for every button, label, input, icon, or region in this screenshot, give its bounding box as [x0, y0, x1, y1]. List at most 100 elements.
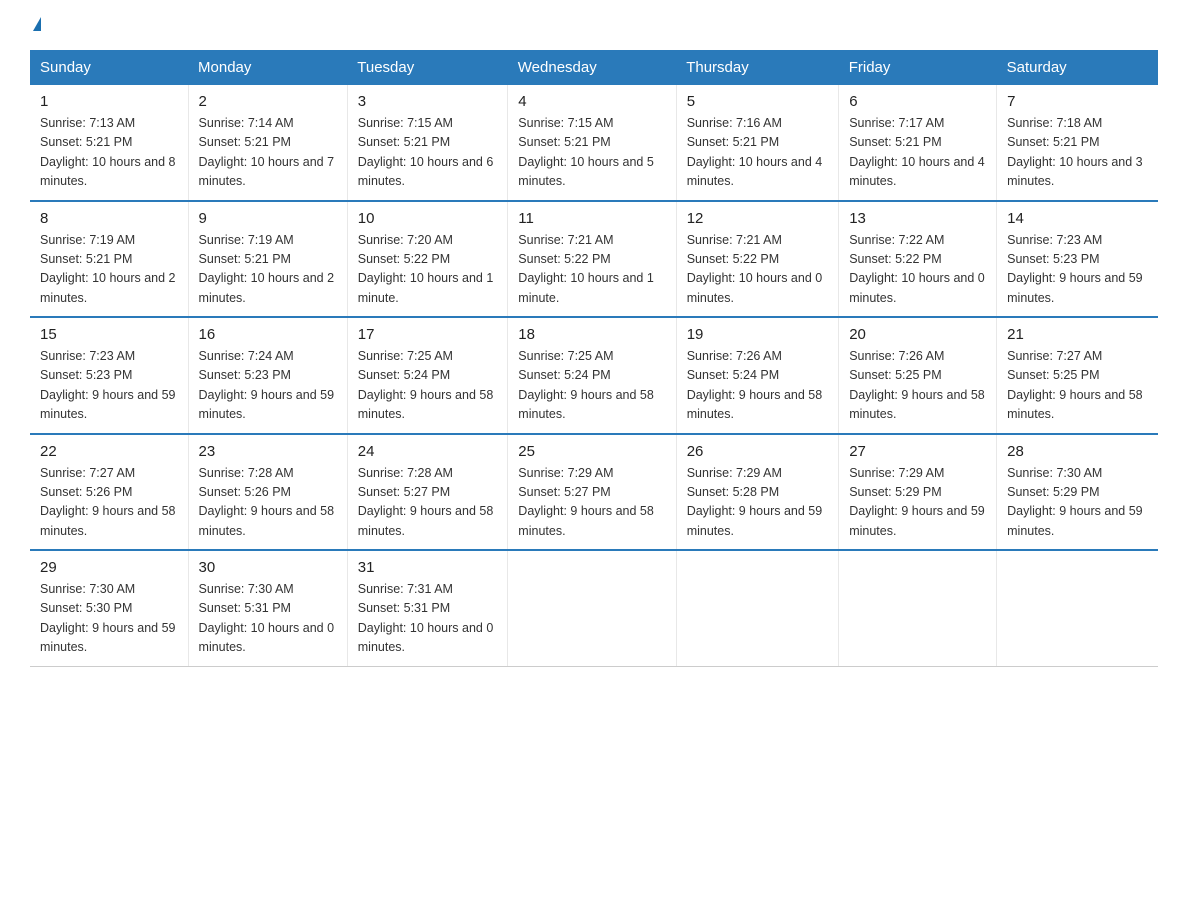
day-number: 27	[849, 443, 986, 460]
day-info: Sunrise: 7:30 AM Sunset: 5:29 PM Dayligh…	[1007, 464, 1148, 542]
calendar-table: SundayMondayTuesdayWednesdayThursdayFrid…	[30, 50, 1158, 667]
day-number: 7	[1007, 93, 1148, 110]
day-info: Sunrise: 7:25 AM Sunset: 5:24 PM Dayligh…	[358, 347, 498, 425]
day-number: 24	[358, 443, 498, 460]
day-info: Sunrise: 7:30 AM Sunset: 5:30 PM Dayligh…	[40, 580, 178, 658]
calendar-cell	[676, 550, 839, 666]
day-info: Sunrise: 7:16 AM Sunset: 5:21 PM Dayligh…	[687, 114, 829, 192]
day-info: Sunrise: 7:23 AM Sunset: 5:23 PM Dayligh…	[40, 347, 178, 425]
day-number: 9	[199, 210, 337, 227]
calendar-cell: 11 Sunrise: 7:21 AM Sunset: 5:22 PM Dayl…	[508, 201, 676, 318]
calendar-cell: 6 Sunrise: 7:17 AM Sunset: 5:21 PM Dayli…	[839, 85, 997, 201]
header-thursday: Thursday	[676, 50, 839, 85]
header-tuesday: Tuesday	[347, 50, 508, 85]
calendar-cell: 16 Sunrise: 7:24 AM Sunset: 5:23 PM Dayl…	[188, 317, 347, 434]
calendar-cell	[997, 550, 1158, 666]
day-info: Sunrise: 7:28 AM Sunset: 5:26 PM Dayligh…	[199, 464, 337, 542]
header-friday: Friday	[839, 50, 997, 85]
calendar-cell: 15 Sunrise: 7:23 AM Sunset: 5:23 PM Dayl…	[30, 317, 188, 434]
day-info: Sunrise: 7:18 AM Sunset: 5:21 PM Dayligh…	[1007, 114, 1148, 192]
header	[30, 20, 1158, 34]
day-info: Sunrise: 7:13 AM Sunset: 5:21 PM Dayligh…	[40, 114, 178, 192]
calendar-cell: 14 Sunrise: 7:23 AM Sunset: 5:23 PM Dayl…	[997, 201, 1158, 318]
day-info: Sunrise: 7:21 AM Sunset: 5:22 PM Dayligh…	[687, 231, 829, 309]
calendar-cell: 13 Sunrise: 7:22 AM Sunset: 5:22 PM Dayl…	[839, 201, 997, 318]
calendar-week-row: 22 Sunrise: 7:27 AM Sunset: 5:26 PM Dayl…	[30, 434, 1158, 551]
header-monday: Monday	[188, 50, 347, 85]
day-info: Sunrise: 7:17 AM Sunset: 5:21 PM Dayligh…	[849, 114, 986, 192]
logo-triangle-icon	[33, 17, 41, 31]
day-info: Sunrise: 7:22 AM Sunset: 5:22 PM Dayligh…	[849, 231, 986, 309]
calendar-week-row: 29 Sunrise: 7:30 AM Sunset: 5:30 PM Dayl…	[30, 550, 1158, 666]
day-number: 22	[40, 443, 178, 460]
calendar-cell: 1 Sunrise: 7:13 AM Sunset: 5:21 PM Dayli…	[30, 85, 188, 201]
day-number: 25	[518, 443, 665, 460]
day-number: 20	[849, 326, 986, 343]
calendar-cell: 21 Sunrise: 7:27 AM Sunset: 5:25 PM Dayl…	[997, 317, 1158, 434]
day-number: 12	[687, 210, 829, 227]
calendar-cell: 22 Sunrise: 7:27 AM Sunset: 5:26 PM Dayl…	[30, 434, 188, 551]
calendar-cell: 8 Sunrise: 7:19 AM Sunset: 5:21 PM Dayli…	[30, 201, 188, 318]
day-number: 2	[199, 93, 337, 110]
day-info: Sunrise: 7:28 AM Sunset: 5:27 PM Dayligh…	[358, 464, 498, 542]
day-number: 23	[199, 443, 337, 460]
day-number: 17	[358, 326, 498, 343]
day-number: 6	[849, 93, 986, 110]
calendar-cell: 17 Sunrise: 7:25 AM Sunset: 5:24 PM Dayl…	[347, 317, 508, 434]
calendar-week-row: 15 Sunrise: 7:23 AM Sunset: 5:23 PM Dayl…	[30, 317, 1158, 434]
day-number: 21	[1007, 326, 1148, 343]
calendar-cell: 23 Sunrise: 7:28 AM Sunset: 5:26 PM Dayl…	[188, 434, 347, 551]
calendar-cell: 19 Sunrise: 7:26 AM Sunset: 5:24 PM Dayl…	[676, 317, 839, 434]
day-number: 29	[40, 559, 178, 576]
calendar-cell: 12 Sunrise: 7:21 AM Sunset: 5:22 PM Dayl…	[676, 201, 839, 318]
calendar-week-row: 1 Sunrise: 7:13 AM Sunset: 5:21 PM Dayli…	[30, 85, 1158, 201]
day-info: Sunrise: 7:31 AM Sunset: 5:31 PM Dayligh…	[358, 580, 498, 658]
calendar-cell: 7 Sunrise: 7:18 AM Sunset: 5:21 PM Dayli…	[997, 85, 1158, 201]
calendar-cell: 26 Sunrise: 7:29 AM Sunset: 5:28 PM Dayl…	[676, 434, 839, 551]
day-number: 19	[687, 326, 829, 343]
calendar-cell: 20 Sunrise: 7:26 AM Sunset: 5:25 PM Dayl…	[839, 317, 997, 434]
day-number: 26	[687, 443, 829, 460]
day-info: Sunrise: 7:20 AM Sunset: 5:22 PM Dayligh…	[358, 231, 498, 309]
day-number: 28	[1007, 443, 1148, 460]
day-info: Sunrise: 7:26 AM Sunset: 5:25 PM Dayligh…	[849, 347, 986, 425]
day-info: Sunrise: 7:15 AM Sunset: 5:21 PM Dayligh…	[358, 114, 498, 192]
day-info: Sunrise: 7:25 AM Sunset: 5:24 PM Dayligh…	[518, 347, 665, 425]
header-saturday: Saturday	[997, 50, 1158, 85]
calendar-cell: 18 Sunrise: 7:25 AM Sunset: 5:24 PM Dayl…	[508, 317, 676, 434]
day-info: Sunrise: 7:29 AM Sunset: 5:28 PM Dayligh…	[687, 464, 829, 542]
day-number: 3	[358, 93, 498, 110]
day-number: 30	[199, 559, 337, 576]
day-number: 11	[518, 210, 665, 227]
calendar-header-row: SundayMondayTuesdayWednesdayThursdayFrid…	[30, 50, 1158, 85]
header-sunday: Sunday	[30, 50, 188, 85]
calendar-cell	[839, 550, 997, 666]
day-info: Sunrise: 7:27 AM Sunset: 5:25 PM Dayligh…	[1007, 347, 1148, 425]
day-number: 13	[849, 210, 986, 227]
calendar-cell: 10 Sunrise: 7:20 AM Sunset: 5:22 PM Dayl…	[347, 201, 508, 318]
day-number: 5	[687, 93, 829, 110]
calendar-cell: 4 Sunrise: 7:15 AM Sunset: 5:21 PM Dayli…	[508, 85, 676, 201]
day-info: Sunrise: 7:21 AM Sunset: 5:22 PM Dayligh…	[518, 231, 665, 309]
day-info: Sunrise: 7:29 AM Sunset: 5:29 PM Dayligh…	[849, 464, 986, 542]
day-number: 8	[40, 210, 178, 227]
calendar-cell: 3 Sunrise: 7:15 AM Sunset: 5:21 PM Dayli…	[347, 85, 508, 201]
day-number: 14	[1007, 210, 1148, 227]
day-number: 18	[518, 326, 665, 343]
day-info: Sunrise: 7:19 AM Sunset: 5:21 PM Dayligh…	[40, 231, 178, 309]
day-info: Sunrise: 7:30 AM Sunset: 5:31 PM Dayligh…	[199, 580, 337, 658]
day-number: 1	[40, 93, 178, 110]
calendar-cell: 9 Sunrise: 7:19 AM Sunset: 5:21 PM Dayli…	[188, 201, 347, 318]
header-wednesday: Wednesday	[508, 50, 676, 85]
day-number: 16	[199, 326, 337, 343]
calendar-cell: 5 Sunrise: 7:16 AM Sunset: 5:21 PM Dayli…	[676, 85, 839, 201]
day-number: 10	[358, 210, 498, 227]
day-info: Sunrise: 7:24 AM Sunset: 5:23 PM Dayligh…	[199, 347, 337, 425]
day-info: Sunrise: 7:26 AM Sunset: 5:24 PM Dayligh…	[687, 347, 829, 425]
logo	[30, 20, 41, 34]
calendar-cell: 27 Sunrise: 7:29 AM Sunset: 5:29 PM Dayl…	[839, 434, 997, 551]
day-info: Sunrise: 7:15 AM Sunset: 5:21 PM Dayligh…	[518, 114, 665, 192]
calendar-cell: 30 Sunrise: 7:30 AM Sunset: 5:31 PM Dayl…	[188, 550, 347, 666]
day-info: Sunrise: 7:14 AM Sunset: 5:21 PM Dayligh…	[199, 114, 337, 192]
day-info: Sunrise: 7:29 AM Sunset: 5:27 PM Dayligh…	[518, 464, 665, 542]
